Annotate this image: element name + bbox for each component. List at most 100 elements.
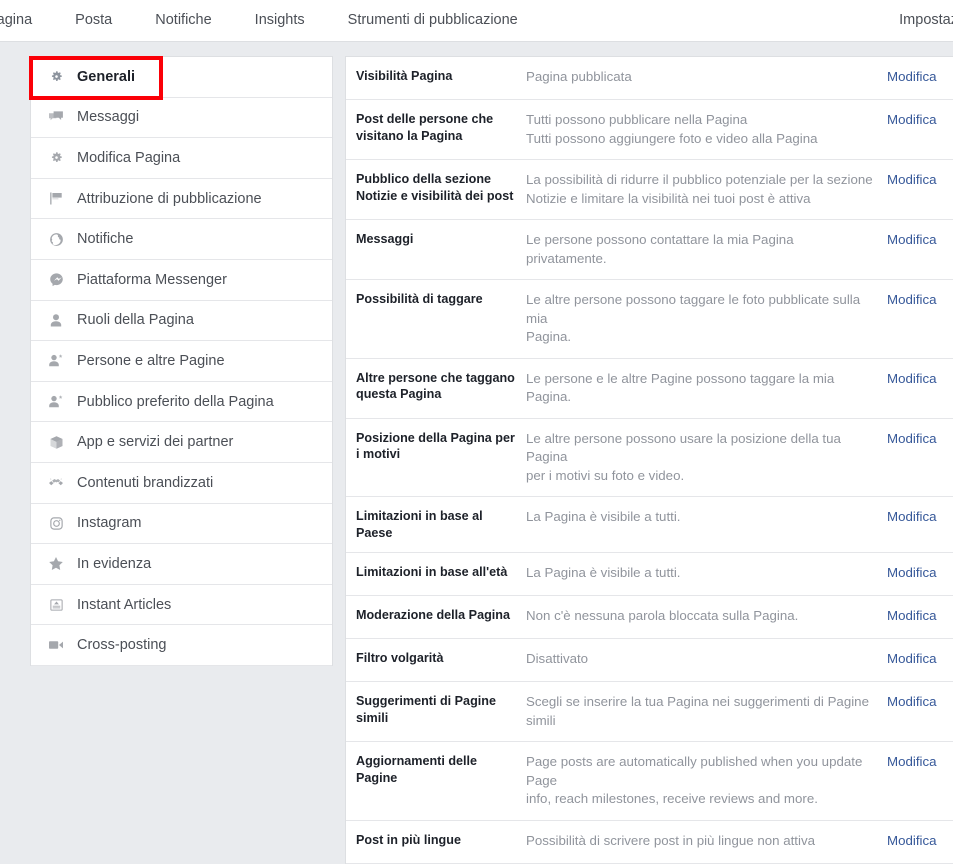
top-navigation-bar: Pagina Posta Notifiche Insights Strumenti di…: [0, 0, 953, 42]
setting-value: Le altre persone possono taggare le foto…: [526, 291, 887, 347]
article-icon: [45, 596, 67, 614]
setting-value-line: La possibilità di ridurre il pubblico po…: [526, 172, 873, 187]
sidebar-item-ruoli-della-pagina[interactable]: Ruoli della Pagina: [31, 300, 332, 342]
sidebar-item-label: Attribuzione di pubblicazione: [77, 190, 262, 207]
sidebar-item-modifica-pagina[interactable]: Modifica Pagina: [31, 138, 332, 179]
nav-notifiche[interactable]: Notifiche: [155, 0, 211, 41]
settings-row: Filtro volgarità Disattivato Modifica: [346, 639, 953, 682]
setting-value: Disattivato: [526, 650, 887, 669]
setting-label: Aggiornamenti delle Pagine: [356, 754, 478, 785]
flag-icon: [45, 190, 67, 208]
settings-row: Visibilità Pagina Pagina pubblicata Modifi…: [346, 57, 953, 100]
sidebar-item-messaggi[interactable]: Messaggi: [31, 97, 332, 139]
setting-value-line: Notizie e limitare la visibilità nei tuo…: [526, 190, 811, 206]
sidebar-item-attribuzione-di-pubblicazione[interactable]: Attribuzione di pubblicazione: [31, 178, 332, 220]
edit-link[interactable]: Modifica: [887, 693, 953, 710]
sidebar-item-instagram[interactable]: Instagram: [31, 503, 332, 545]
setting-value: Pagina pubblicata: [526, 68, 887, 87]
setting-value-line: Scegli se inserire la tua Pagina nei sug…: [526, 694, 869, 728]
setting-value: Le persone possono contattare la mia Pag…: [526, 231, 887, 268]
sidebar-item-persone-e-altre-pagine[interactable]: Persone e altre Pagine: [31, 341, 332, 382]
setting-value-line: La Pagina è visibile a tutti.: [526, 565, 681, 580]
setting-value-line: Non c'è nessuna parola bloccata sulla Pa…: [526, 608, 799, 623]
nav-impostazioni[interactable]: Impostaz: [899, 0, 953, 41]
settings-row: Moderazione della Pagina Non c'è nessuna …: [346, 596, 953, 639]
setting-label: Limitazioni in base al Paese: [356, 509, 483, 540]
edit-link[interactable]: Modifica: [887, 171, 953, 188]
sidebar-item-label: Messaggi: [77, 109, 140, 126]
setting-value-line: info, reach milestones, receive reviews …: [526, 791, 818, 806]
sidebar-item-cross-posting[interactable]: Cross-posting: [31, 625, 332, 666]
edit-link[interactable]: Modifica: [887, 650, 953, 667]
sidebar-item-label: Ruoli della Pagina: [77, 312, 194, 329]
edit-link[interactable]: Modifica: [887, 607, 953, 624]
person-star-icon: [45, 393, 67, 411]
sidebar-item-piattaforma-messenger[interactable]: Piattaforma Messenger: [31, 259, 332, 301]
sidebar-item-label: Contenuti brandizzati: [77, 474, 214, 491]
settings-row: Post delle persone che visitano la Pagin…: [346, 100, 953, 160]
settings-row: Suggerimenti di Pagine simili Scegli se i…: [346, 682, 953, 742]
nav-insights[interactable]: Insights: [255, 0, 305, 41]
settings-row: Aggiornamenti delle Pagine Page posts are…: [346, 742, 953, 821]
setting-value: Tutti possono pubblicare nella Pagina Tut…: [526, 111, 887, 148]
edit-link[interactable]: Modifica: [887, 370, 953, 387]
setting-label: Filtro volgarità: [356, 651, 444, 665]
settings-row: Limitazioni in base all'età La Pagina è v…: [346, 553, 953, 596]
settings-row: Posizione della Pagina per i motivi Le al…: [346, 419, 953, 497]
person-icon: [45, 311, 67, 329]
setting-value-line: Tutti possono pubblicare nella Pagina: [526, 112, 748, 127]
setting-value: La Pagina è visibile a tutti.: [526, 508, 887, 527]
sidebar-item-notifiche[interactable]: Notifiche: [31, 219, 332, 260]
general-settings-list: Visibilità Pagina Pagina pubblicata Modifi…: [345, 56, 953, 864]
sidebar-item-pubblico-preferito-della-pagina[interactable]: Pubblico preferito della Pagina: [31, 381, 332, 423]
sidebar-item-label: Instant Articles: [77, 596, 172, 613]
setting-value-line: per i motivi su foto e video.: [526, 467, 685, 483]
nav-pagina[interactable]: Pagina: [0, 0, 32, 41]
setting-value-line: Pagina pubblicata: [526, 69, 632, 84]
setting-value: Non c'è nessuna parola bloccata sulla Pa…: [526, 607, 887, 626]
sidebar-item-generali[interactable]: Generali: [31, 57, 332, 98]
nav-strumenti-di-pubblicazione[interactable]: Strumenti di pubblicazione: [348, 0, 518, 41]
sidebar-item-in-evidenza[interactable]: In evidenza: [31, 544, 332, 585]
setting-value-line: La Pagina è visibile a tutti.: [526, 509, 681, 524]
settings-row: Pubblico della sezione Notizie e visibil…: [346, 160, 953, 220]
setting-value: La Pagina è visibile a tutti.: [526, 564, 887, 583]
gear-icon: [45, 68, 67, 86]
setting-label: Messaggi: [356, 232, 414, 246]
sidebar-item-label: App e servizi dei partner: [77, 434, 234, 451]
sidebar-item-label: Cross-posting: [77, 637, 167, 654]
setting-label: Moderazione della Pagina: [356, 608, 510, 622]
messenger-icon: [45, 271, 67, 289]
setting-label: Altre persone che taggano questa Pagina: [356, 370, 515, 402]
setting-label: Possibilità di taggare: [356, 292, 483, 306]
settings-row: Altre persone che taggano questa Pagina L…: [346, 359, 953, 419]
person-star-icon: [45, 352, 67, 370]
edit-link[interactable]: Modifica: [887, 68, 953, 85]
instagram-icon: [45, 514, 67, 532]
sidebar-item-app-e-servizi-dei-partner[interactable]: App e servizi dei partner: [31, 422, 332, 463]
settings-row: Post in più lingue Possibilità di scriver…: [346, 821, 953, 864]
setting-value: Scegli se inserire la tua Pagina nei sug…: [526, 693, 887, 730]
setting-label: Limitazioni in base all'età: [356, 565, 508, 579]
edit-link[interactable]: Modifica: [887, 291, 953, 308]
gear-icon: [45, 149, 67, 167]
sidebar-item-label: Instagram: [77, 515, 142, 532]
handshake-icon: [45, 474, 67, 492]
edit-link[interactable]: Modifica: [887, 753, 953, 770]
sidebar-item-label: In evidenza: [77, 555, 152, 572]
sidebar-item-contenuti-brandizzati[interactable]: Contenuti brandizzati: [31, 462, 332, 504]
edit-link[interactable]: Modifica: [887, 430, 953, 447]
edit-link[interactable]: Modifica: [887, 564, 953, 581]
edit-link[interactable]: Modifica: [887, 832, 953, 849]
setting-value-line: Pagina.: [526, 329, 572, 344]
nav-posta[interactable]: Posta: [75, 0, 112, 41]
edit-link[interactable]: Modifica: [887, 508, 953, 525]
edit-link[interactable]: Modifica: [887, 231, 953, 248]
setting-value: Le altre persone possono usare la posizi…: [526, 430, 887, 486]
sidebar-item-label: Piattaforma Messenger: [77, 271, 227, 288]
edit-link[interactable]: Modifica: [887, 111, 953, 128]
sidebar-item-instant-articles[interactable]: Instant Articles: [31, 584, 332, 626]
sidebar-item-label: Persone e altre Pagine: [77, 352, 225, 369]
setting-label: Suggerimenti di Pagine simili: [356, 694, 496, 725]
star-icon: [45, 555, 67, 573]
